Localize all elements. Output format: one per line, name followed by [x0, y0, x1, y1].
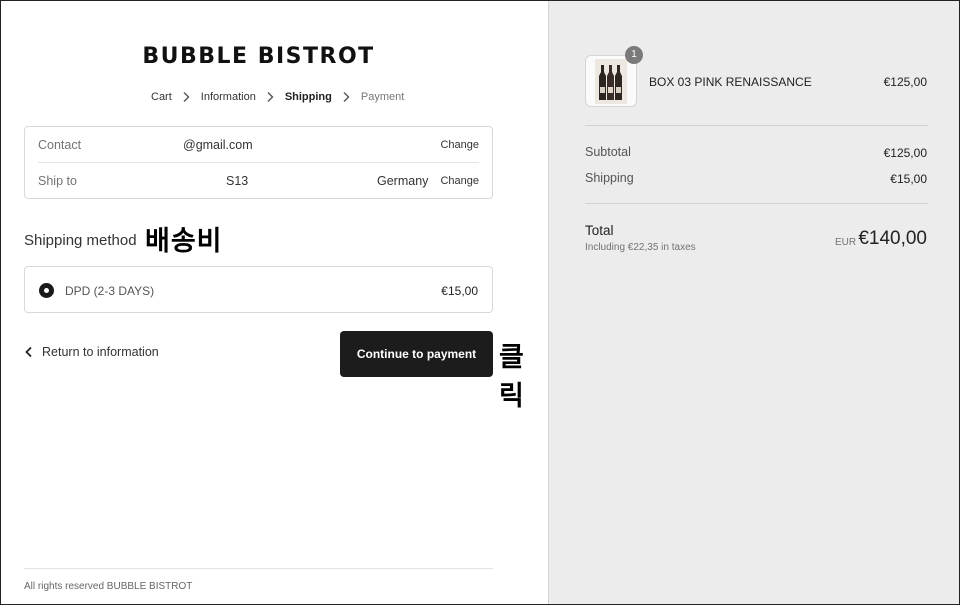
shipping-value: €15,00: [890, 172, 927, 186]
summary-divider: [585, 125, 928, 126]
breadcrumb-shipping: Shipping: [284, 91, 332, 103]
currency-code: EUR: [835, 237, 857, 248]
subtotal-value: €125,00: [883, 146, 927, 160]
total-value: €140,00: [858, 228, 927, 249]
breadcrumb-cart[interactable]: Cart: [151, 91, 172, 103]
checkout-window: BUBBLE BISTROT Cart Information Shipping…: [0, 0, 960, 605]
ship-to-address: S13: [226, 174, 249, 188]
continue-to-payment-button[interactable]: Continue to payment: [340, 331, 493, 377]
shipping-option-name: DPD (2-3 DAYS): [65, 284, 155, 298]
footer-divider: [24, 568, 493, 569]
ship-to-country: Germany: [377, 174, 429, 188]
chevron-left-icon: [25, 346, 32, 358]
click-annotation: 클릭: [499, 342, 525, 412]
wine-bottles-image: [595, 59, 627, 104]
breadcrumb-information[interactable]: Information: [201, 91, 256, 103]
change-contact-link[interactable]: Change: [440, 139, 479, 151]
shipping-option-price: €15,00: [441, 284, 478, 298]
breadcrumb-payment: Payment: [360, 91, 405, 103]
radio-selected-icon[interactable]: [39, 283, 54, 298]
ship-to-label: Ship to: [38, 174, 77, 188]
order-summary: 1 BOX 03 PINK RENAISSANCE €125,00 Subtot…: [548, 1, 959, 604]
footer-text: All rights reserved BUBBLE BISTROT: [24, 581, 193, 592]
chevron-right-icon: [266, 91, 275, 103]
store-logo[interactable]: BUBBLE BISTROT: [1, 44, 516, 69]
subtotal-label: Subtotal: [585, 145, 631, 159]
change-address-link[interactable]: Change: [440, 175, 479, 187]
shipping-method-title: Shipping method: [24, 232, 137, 249]
shipping-option[interactable]: DPD (2-3 DAYS) €15,00: [24, 266, 493, 313]
shipping-cost-annotation: 배송비: [145, 226, 223, 257]
summary-divider: [585, 203, 928, 204]
quantity-badge: 1: [625, 46, 643, 64]
return-to-information-link[interactable]: Return to information: [24, 345, 159, 359]
tax-note: Including €22,35 in taxes: [585, 242, 696, 253]
return-label: Return to information: [42, 345, 159, 359]
shipping-label: Shipping: [585, 171, 634, 185]
product-price: €125,00: [883, 75, 927, 89]
review-block: Contact @gmail.com Change Ship to S13 Ge…: [24, 126, 493, 199]
ship-to-row: Ship to S13 Germany Change: [38, 163, 479, 199]
product-name: BOX 03 PINK RENAISSANCE: [649, 75, 812, 89]
contact-row: Contact @gmail.com Change: [38, 127, 479, 163]
contact-value: @gmail.com: [183, 138, 253, 152]
contact-label: Contact: [38, 138, 82, 152]
chevron-right-icon: [182, 91, 191, 103]
breadcrumb: Cart Information Shipping Payment: [151, 91, 404, 103]
total-label: Total: [585, 223, 614, 238]
checkout-main: BUBBLE BISTROT Cart Information Shipping…: [1, 1, 548, 604]
chevron-right-icon: [342, 91, 351, 103]
